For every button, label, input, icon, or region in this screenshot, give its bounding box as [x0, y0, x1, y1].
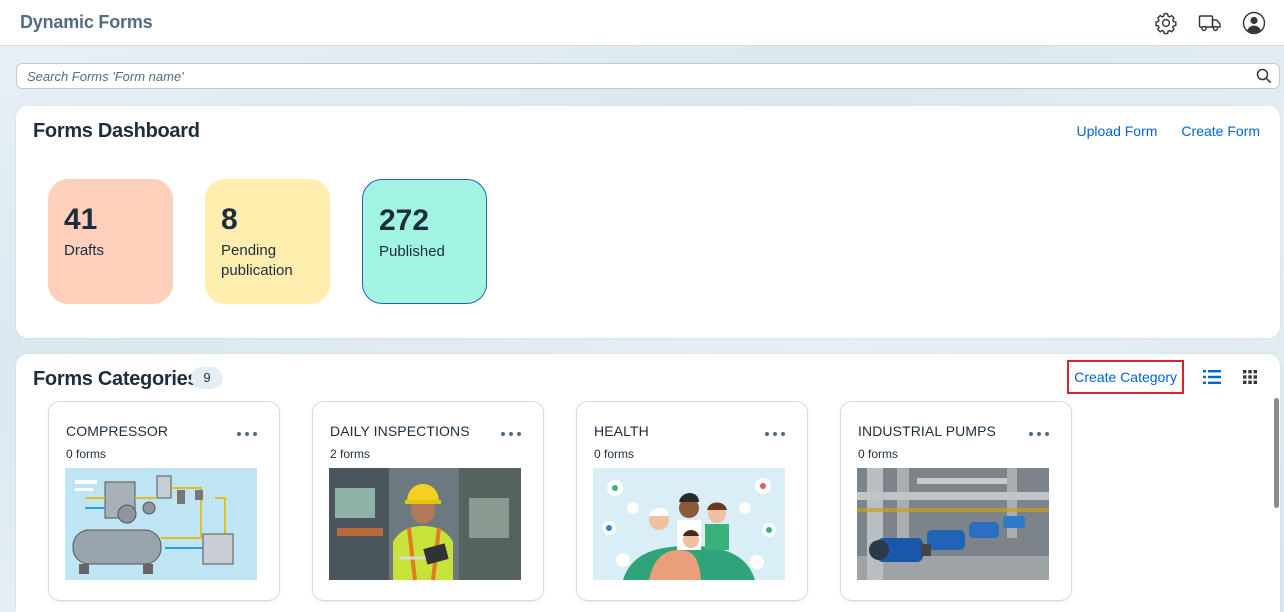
shell-actions — [1152, 9, 1268, 37]
create-category-link[interactable]: Create Category — [1067, 360, 1184, 394]
avatar-icon — [1242, 11, 1266, 34]
pumps-photo-image — [857, 468, 1049, 580]
dashboard-title: Forms Dashboard — [33, 120, 200, 142]
grid-view-button[interactable] — [1240, 367, 1260, 387]
drafts-count: 41 — [64, 203, 98, 236]
create-form-link[interactable]: Create Form — [1181, 123, 1260, 139]
health-illustration-image — [593, 468, 785, 580]
category-card-health[interactable]: HEALTH 0 forms — [576, 401, 808, 601]
category-name: DAILY INSPECTIONS — [330, 423, 470, 439]
pending-tile[interactable]: 8 Pending publication — [205, 179, 330, 304]
list-view-button[interactable] — [1202, 367, 1222, 387]
settings-button[interactable] — [1152, 9, 1180, 37]
category-name: COMPRESSOR — [66, 423, 169, 439]
pending-count: 8 — [221, 203, 238, 236]
categories-title: Forms Categories — [33, 368, 199, 390]
delivery-button[interactable] — [1196, 9, 1224, 37]
category-form-count: 2 forms — [330, 447, 371, 461]
compressor-diagram-image — [65, 468, 257, 580]
category-form-count: 0 forms — [858, 447, 899, 461]
more-options-icon[interactable] — [1029, 429, 1049, 439]
user-profile-button[interactable] — [1240, 9, 1268, 37]
more-options-icon[interactable] — [237, 429, 257, 439]
truck-icon — [1198, 14, 1221, 31]
published-label: Published — [379, 243, 445, 260]
category-form-count: 0 forms — [66, 447, 107, 461]
category-card-compressor[interactable]: COMPRESSOR 0 forms — [48, 401, 280, 601]
category-card-industrial-pumps[interactable]: INDUSTRIAL PUMPS 0 forms — [840, 401, 1072, 601]
category-cards: COMPRESSOR 0 forms DAILY INSPECTIONS 2 f… — [48, 401, 1072, 601]
inspector-photo-image — [329, 468, 521, 580]
more-options-icon[interactable] — [501, 429, 521, 439]
drafts-label: Drafts — [64, 242, 105, 259]
category-form-count: 0 forms — [594, 447, 635, 461]
category-name: INDUSTRIAL PUMPS — [858, 423, 996, 439]
dashboard-actions: Upload Form Create Form — [1077, 123, 1261, 139]
more-options-icon[interactable] — [765, 429, 785, 439]
upload-form-link[interactable]: Upload Form — [1077, 123, 1158, 139]
search-button[interactable] — [1255, 67, 1273, 85]
search-icon — [1256, 68, 1272, 84]
pending-label: Pending publication — [221, 242, 293, 279]
shell-bar: Dynamic Forms — [0, 0, 1284, 46]
scrollbar-thumb[interactable] — [1274, 398, 1279, 508]
category-name: HEALTH — [594, 423, 649, 439]
forms-categories-panel: Forms Categories 9 Create Category COMPR… — [16, 354, 1280, 612]
published-count: 272 — [379, 204, 430, 237]
app-title: Dynamic Forms — [20, 12, 153, 32]
forms-dashboard-panel: Forms Dashboard Upload Form Create Form … — [16, 106, 1280, 338]
categories-count-badge: 9 — [191, 367, 223, 389]
categories-actions: Create Category — [1067, 360, 1260, 394]
drafts-tile[interactable]: 41 Drafts — [48, 179, 173, 304]
gear-icon — [1155, 12, 1177, 34]
status-tiles: 41 Drafts 8 Pending publication 272 Publ… — [48, 179, 487, 304]
list-icon — [1203, 370, 1221, 384]
search-input[interactable] — [27, 68, 1255, 84]
search-bar — [16, 63, 1280, 89]
published-tile[interactable]: 272 Published — [362, 179, 487, 304]
category-card-daily-inspections[interactable]: DAILY INSPECTIONS 2 forms — [312, 401, 544, 601]
grid-icon — [1243, 370, 1257, 384]
